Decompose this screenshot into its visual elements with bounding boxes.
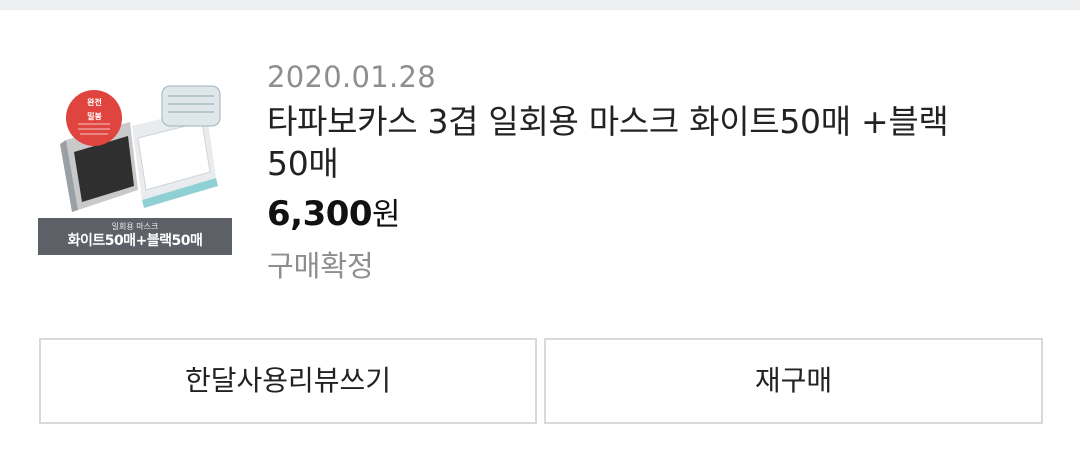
order-info: 2020.01.28 타파보카스 3겹 일회용 마스크 화이트50매 +블랙50… xyxy=(267,58,1057,287)
order-date: 2020.01.28 xyxy=(267,60,437,94)
order-status: 구매확정 xyxy=(267,249,374,283)
reorder-button[interactable]: 재구매 xyxy=(544,338,1043,424)
price-row: 6,300원 xyxy=(267,189,1057,245)
price-amount: 6,300 xyxy=(267,194,373,234)
thumbnail-banner: 일회용 마스크 화이트50매+블랙50매 xyxy=(38,218,232,255)
price-currency: 원 xyxy=(372,197,401,233)
product-name[interactable]: 타파보카스 3겹 일회용 마스크 화이트50매 +블랙50매 xyxy=(267,101,987,185)
top-divider xyxy=(0,0,1080,10)
thumbnail-banner-main: 화이트50매+블랙50매 xyxy=(67,233,203,249)
write-review-button[interactable]: 한달사용리뷰쓰기 xyxy=(39,338,537,424)
mask-box-illustration xyxy=(60,85,221,212)
thumbnail-badge-text: 완전밀봉 xyxy=(87,98,102,121)
thumbnail-banner-sub: 일회용 마스크 xyxy=(111,222,159,231)
product-thumbnail[interactable]: 완전밀봉 일회용 마스크 화이트50매+블랙50매 xyxy=(38,82,232,255)
